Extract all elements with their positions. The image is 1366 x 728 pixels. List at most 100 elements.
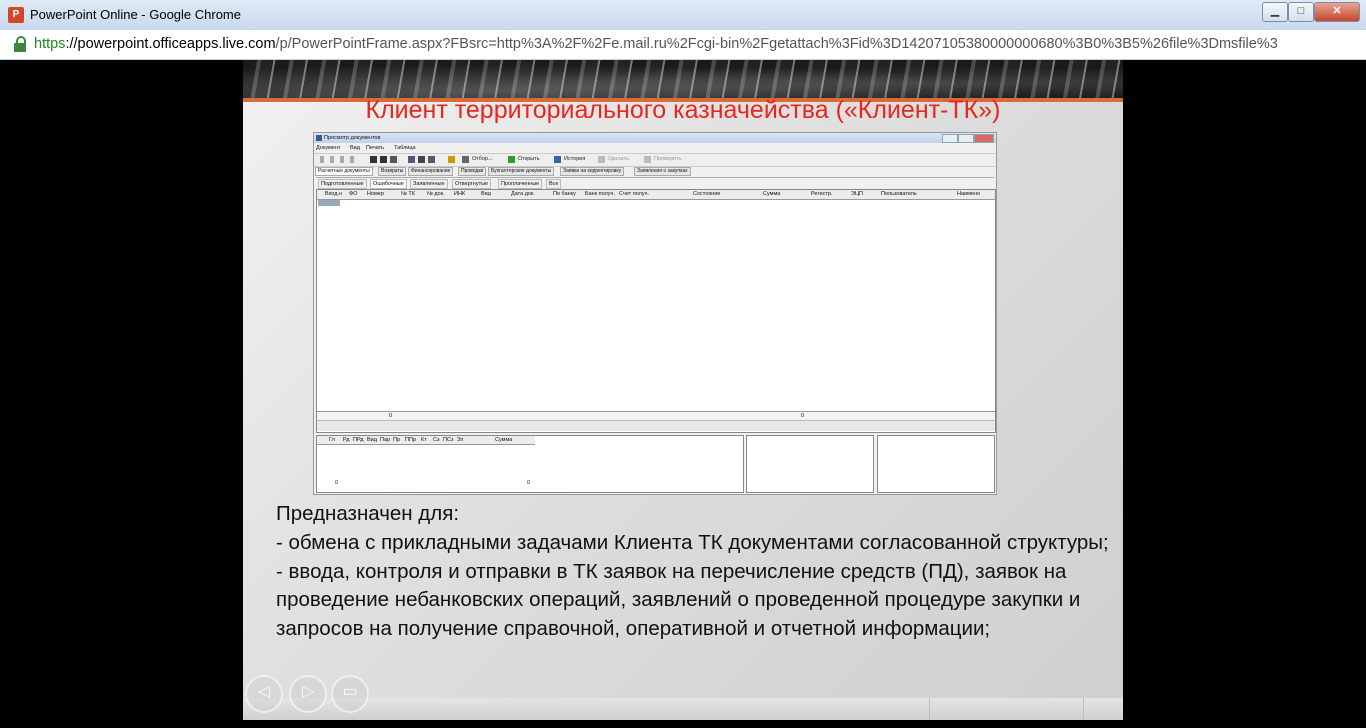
address-bar[interactable]: https://powerpoint.officeapps.live.com/p… [0,30,1366,78]
app-tab: Бухгалтерские документы [488,167,555,176]
view-icon [408,156,415,163]
app-close-icon [974,134,994,143]
app-subtab: Проплаченные [498,179,543,189]
grid-column-header: Пользователь [881,191,917,197]
slide-body-line: - обмена с прикладными задачами Клиента … [276,530,1109,554]
powerpoint-icon: P [8,7,24,23]
app-title: Просмотр документов [324,135,381,141]
notes-button[interactable]: ▭ [331,675,369,713]
app-minimize-icon [942,134,958,143]
slide: Клиент территориального казначейства («К… [243,60,1123,720]
slide-body-line: Предназначен для: [276,502,460,525]
url-path: /p/PowerPointFrame.aspx?FBsrc=http%3A%2F… [275,36,1278,52]
grid-column-header: По банку [553,191,576,197]
app-titlebar: Просмотр документов [314,133,996,143]
app-tab: Проводки [458,167,487,176]
grid-selected-row [318,200,340,206]
slide-header-image [243,60,1123,98]
app-window-icon [316,135,322,141]
grid-column-header: ФО [349,191,358,197]
embedded-app-screenshot: Просмотр документов Документ Вид Печать … [313,132,997,495]
app-menubar: Документ Вид Печать Таблица [314,143,996,152]
detail-column-header: Сз [433,437,440,443]
app-subtab: Все [546,179,562,189]
grid-column-header: Вид [481,191,491,197]
detail-column-header: Кт [421,437,427,443]
toolbar-filter: Отбор... [472,156,493,162]
previous-slide-button[interactable]: ◁ [245,675,283,713]
grid-column-header: Вход.н [325,191,343,197]
app-maximize-icon [958,134,974,143]
grid-column-header: Номер [367,191,384,197]
app-subtab: Подготовленные [318,179,367,189]
exit-icon [448,156,455,163]
grid-column-header: Состояние [693,191,721,197]
app-tabs-top: Расчетные документы Возвраты Финансирова… [314,167,996,176]
next-slide-button[interactable]: ▷ [289,675,327,713]
app-tab: Расчетные документы [315,167,373,176]
app-tab: Возвраты [378,167,407,176]
grid-column-header: Регистр. [811,191,833,197]
app-tab: Заявки на корректировку [560,167,625,176]
detail-column-header: ПРд [353,437,364,443]
app-menu-item: Таблица [394,145,416,151]
notes-icon: ▭ [342,683,358,700]
app-menu-item: Документ [316,145,341,151]
grid-horizontal-scrollbar [317,420,995,431]
app-subtab: Ошибочные [370,179,407,189]
next-icon: ▷ [301,683,315,700]
previous-icon: ◁ [257,683,271,700]
app-menu-item: Вид [350,145,360,151]
url-field[interactable]: https://powerpoint.officeapps.live.com/p… [34,36,1352,52]
toolbar-check: Проверить [654,156,682,162]
detail-column-header: Пр [393,437,401,443]
grid-header: Вход.н ФО Номер № ТК № док. ИНК Вид Дата… [317,190,995,200]
open-icon [508,156,515,163]
slide-bottom-bar [243,698,1123,720]
toolbar-delete: Удалить [608,156,629,162]
slide-body-line: - ввода, контроля и отправки в ТК заявок… [276,559,1081,641]
lock-icon[interactable] [14,36,26,52]
last-record-icon [350,156,354,163]
detail-column-header: Вид [367,437,377,443]
slide-title: Клиент территориального казначейства («К… [365,96,1001,124]
filter-icon [390,156,397,163]
minimize-button[interactable]: ▁ [1262,2,1288,22]
slide-bottom-divider [1083,698,1084,720]
delete-icon [598,156,605,163]
app-subtab: Отвергнутые [452,179,492,189]
binoculars-icon [380,156,387,163]
slide-body: Предназначен для: - обмена с прикладными… [276,500,1116,644]
detail-column-header: Сумма [495,437,513,443]
grid-footer: 0 0 [317,411,995,420]
detail-footer-value: 0 [335,480,339,486]
detail-footer-value: 0 [527,480,531,486]
close-button[interactable]: ✕ [1314,2,1360,22]
detail-column-header: Пар [380,437,391,443]
grid-footer-value: 0 [389,413,393,419]
grid-column-header: Наимено [957,191,981,197]
url-scheme: https [34,36,66,52]
detail-column-header: ПСз [443,437,454,443]
prev-record-icon [330,156,334,163]
detail-column-header: Зп [457,437,464,443]
grid-column-header: Сумма [763,191,781,197]
url-host: ://powerpoint.officeapps.live.com [65,36,276,52]
detail-column-header: Гл [329,437,335,443]
grid-column-header: Дата док. [511,191,535,197]
toolbar-history: История [564,156,586,162]
refresh-icon [370,156,377,163]
filter-select-icon [462,156,469,163]
maximize-button[interactable]: □ [1288,2,1314,22]
grid-column-header: № док. [427,191,445,197]
app-toolbar: Отбор... Открыть История Удалить Провери… [314,153,996,167]
grid-column-header: Банк получ. [585,191,615,197]
detail-pane: Гл Рд ПРд Вид Пар Пр ППр Кт Сз ПСз Зп Су… [316,435,744,493]
app-subtab: Заявленные [410,179,448,189]
grid-column-header: Счет получ. [619,191,649,197]
window-titlebar: P PowerPoint Online - Google Chrome ▁ □ … [0,0,1366,31]
check-icon [644,156,651,163]
toolbar-open: Открыть [518,156,540,162]
detail-pane-2 [746,435,874,493]
detail-pane-3 [877,435,995,493]
